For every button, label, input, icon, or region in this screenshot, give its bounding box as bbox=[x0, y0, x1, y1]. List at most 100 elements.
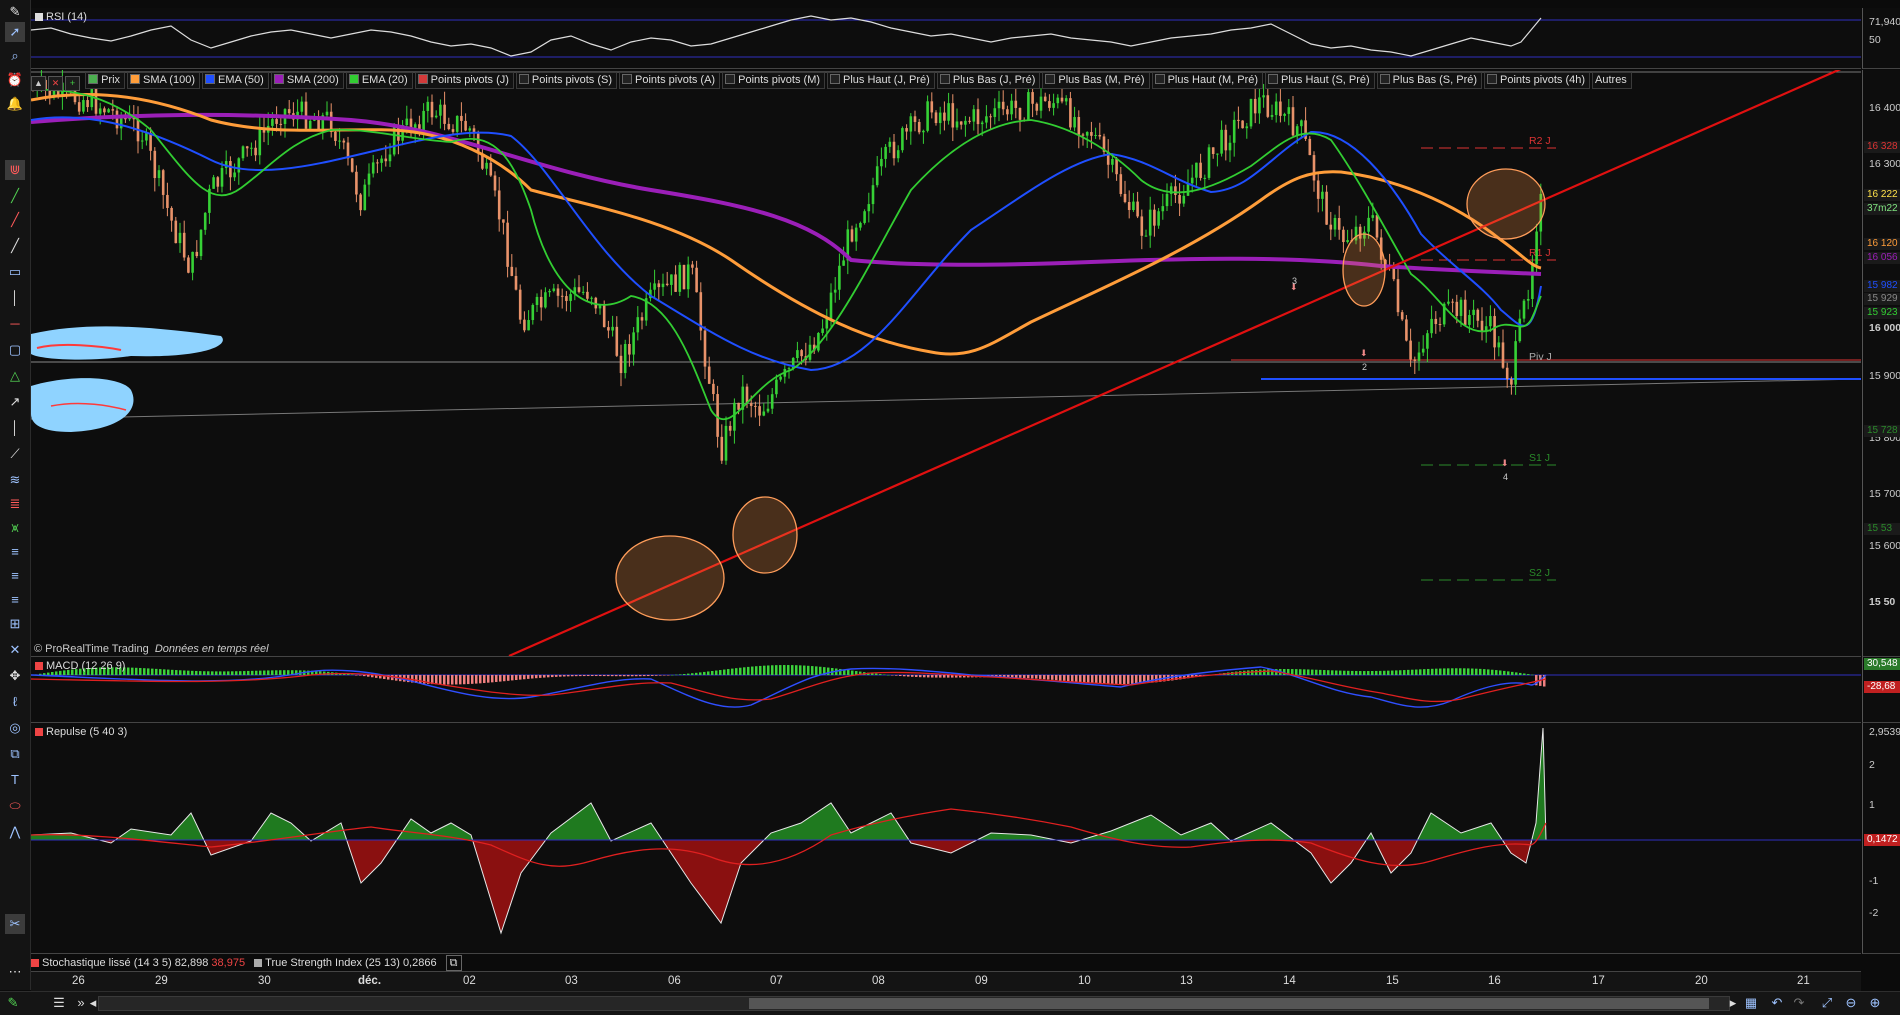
legend-item[interactable]: Plus Haut (M, Pré) bbox=[1151, 72, 1264, 89]
x-axis-label: 26 bbox=[72, 975, 85, 987]
legend-item[interactable]: Points pivots (A) bbox=[619, 72, 721, 89]
rsi-plot bbox=[30, 15, 1861, 58]
legend-color-swatch bbox=[622, 74, 633, 84]
legend-item[interactable]: SMA (200) bbox=[270, 72, 344, 89]
scrollbar-thumb[interactable] bbox=[749, 998, 1709, 1009]
circle-annotation-3 bbox=[1342, 233, 1386, 307]
indicator-legend: ▲ ✕ + Prix SMA (100) EMA (50) SMA (200) EMA (2… bbox=[31, 72, 1634, 91]
magnet-icon[interactable]: ⋓ bbox=[5, 160, 25, 180]
copy-icon[interactable]: ⧉ bbox=[5, 744, 25, 764]
zoom-icon[interactable]: ⌕ bbox=[5, 46, 25, 66]
settings-icon[interactable]: ▲ bbox=[31, 76, 46, 91]
zoom-out-icon[interactable]: ⊖ bbox=[1842, 995, 1860, 1011]
channel-icon[interactable]: ≣ bbox=[5, 494, 25, 514]
macd-title[interactable]: MACD (12 26 9) bbox=[35, 659, 125, 673]
legend-item[interactable]: Points pivots (J) bbox=[414, 72, 514, 89]
drawing-mode-icon[interactable]: ✎ bbox=[4, 995, 22, 1011]
fib-fan-icon[interactable]: ≡ bbox=[5, 542, 25, 562]
move-icon[interactable]: ✥ bbox=[5, 666, 25, 686]
redo-icon[interactable]: ↷ bbox=[1790, 995, 1808, 1011]
price-axis-tag: 15 929 bbox=[1864, 293, 1900, 305]
trend-line-icon[interactable]: ╱ bbox=[5, 186, 25, 206]
calendar-icon[interactable]: ▦ bbox=[1742, 995, 1760, 1011]
arrow-icon[interactable]: ↗ bbox=[5, 392, 25, 412]
macd-pane bbox=[30, 657, 1861, 723]
x-axis-label: 15 bbox=[1386, 975, 1399, 987]
fib-extension-icon[interactable]: ≡ bbox=[5, 590, 25, 610]
scroll-right-button[interactable]: ▸ bbox=[1728, 995, 1738, 1011]
spiral2-icon[interactable]: ◎ bbox=[5, 718, 25, 738]
legend-color-swatch bbox=[1487, 74, 1498, 84]
blue-scribble-2 bbox=[31, 378, 134, 432]
node-icon[interactable]: ⟋ bbox=[5, 444, 25, 464]
scissors-icon[interactable]: ✂ bbox=[5, 914, 25, 934]
repulse-plot bbox=[30, 727, 1861, 935]
x-axis-label: 21 bbox=[1797, 975, 1810, 987]
expand-panels-icon[interactable]: ⧉ bbox=[445, 955, 462, 971]
horizontal-scrollbar[interactable] bbox=[98, 996, 1730, 1011]
tsi-label[interactable]: True Strength Index (25 13) 0,2866 bbox=[254, 956, 437, 970]
text-icon[interactable]: T bbox=[5, 770, 25, 790]
pitchfork-icon[interactable]: ⩙ bbox=[5, 518, 25, 538]
legend-item[interactable]: Plus Bas (J, Pré) bbox=[936, 72, 1041, 89]
ray-line-icon[interactable]: ╱ bbox=[5, 210, 25, 230]
price-pane: R2 J R1 J Piv J S1 J S2 J ⬇ 3 ⬇ 2 ⬇ 4 bbox=[30, 66, 1862, 658]
x-axis-label: 29 bbox=[155, 975, 168, 987]
ruler-icon[interactable]: ⊞ bbox=[5, 614, 25, 634]
price-axis-tag: 15 982 bbox=[1864, 280, 1900, 292]
legend-item[interactable]: Points pivots (4h) bbox=[1484, 72, 1591, 89]
legend-item[interactable]: EMA (20) bbox=[345, 72, 413, 89]
rsi-title[interactable]: RSI (14) bbox=[35, 10, 87, 24]
stochastic-label[interactable]: Stochastique lissé (14 3 5) 82,898 38,97… bbox=[31, 956, 245, 970]
rsi-pane bbox=[30, 8, 1861, 69]
repulse-pane bbox=[30, 723, 1861, 954]
legend-item[interactable]: Prix bbox=[85, 72, 126, 89]
pencil-icon[interactable]: ✎ bbox=[5, 2, 25, 22]
rectangle-icon[interactable]: ▢ bbox=[5, 340, 25, 360]
line-tool-icon[interactable]: │ bbox=[5, 418, 25, 438]
undo-icon[interactable]: ↶ bbox=[1768, 995, 1786, 1011]
wrench-icon[interactable]: ✕ bbox=[5, 640, 25, 660]
legend-item[interactable]: Plus Bas (S, Pré) bbox=[1376, 72, 1483, 89]
add-icon[interactable]: + bbox=[65, 76, 80, 91]
macd-y-axis: 30,548 -28,68 bbox=[1862, 657, 1900, 723]
x-axis-label: 03 bbox=[565, 975, 578, 987]
fib-retrace-icon[interactable]: ≡ bbox=[5, 566, 25, 586]
triangle-icon[interactable]: △ bbox=[5, 366, 25, 386]
drawing-toolbar: ✎ ➚ ⌕ ⏰ 🔔 ⋓ ╱ ╱ ╱ ▭ │ ─ ▢ △ ↗ │ ⟋ ≋ ≣ ⩙ … bbox=[0, 0, 31, 990]
price-axis-tag: 16 222 bbox=[1864, 189, 1900, 201]
fit-icon[interactable]: ⤢ bbox=[1818, 995, 1836, 1011]
legend-more-button[interactable]: Autres bbox=[1592, 72, 1632, 89]
segment-icon[interactable]: ╱ bbox=[5, 236, 25, 256]
spiral-icon[interactable]: ℓ bbox=[5, 692, 25, 712]
pivot-s2: S2 J bbox=[1529, 567, 1550, 579]
legend-item[interactable]: Plus Bas (M, Pré) bbox=[1042, 72, 1150, 89]
level-line-icon[interactable]: ─ bbox=[5, 314, 25, 334]
legend-item[interactable]: EMA (50) bbox=[201, 72, 269, 89]
scroll-left-button[interactable]: ◂ bbox=[88, 995, 98, 1011]
legend-item[interactable]: Plus Haut (J, Pré) bbox=[827, 72, 935, 89]
legend-item[interactable]: Points pivots (S) bbox=[515, 72, 618, 89]
close-icon[interactable]: ✕ bbox=[48, 76, 63, 91]
menu-icon[interactable]: ☰ bbox=[50, 995, 68, 1011]
repulse-title[interactable]: Repulse (5 40 3) bbox=[35, 725, 127, 739]
legend-item[interactable]: Plus Haut (S, Pré) bbox=[1265, 72, 1375, 89]
more-tools-icon[interactable]: ⋯ bbox=[5, 962, 25, 982]
pivot-piv: Piv J bbox=[1529, 351, 1552, 363]
cursor-icon[interactable]: ➚ bbox=[5, 22, 25, 42]
x-axis-label: 10 bbox=[1078, 975, 1091, 987]
fibonacci-icon[interactable]: ≋ bbox=[5, 470, 25, 490]
zoom-in-icon[interactable]: ⊕ bbox=[1866, 995, 1884, 1011]
circle-annotation-1 bbox=[615, 535, 725, 621]
horizontal-line-icon[interactable]: ▭ bbox=[5, 262, 25, 282]
legend-item[interactable]: Points pivots (M) bbox=[722, 72, 826, 89]
wave-icon[interactable]: ⋀ bbox=[5, 822, 25, 842]
vertical-line-icon[interactable]: │ bbox=[5, 288, 25, 308]
time-x-axis: 26 29 30 déc. 02 03 06 07 08 09 10 13 14 15 16 17 20 21 bbox=[31, 971, 1861, 991]
ellipse-icon[interactable]: ⬭ bbox=[5, 796, 25, 816]
legend-item[interactable]: SMA (100) bbox=[127, 72, 200, 89]
alert-bell-icon[interactable]: 🔔 bbox=[5, 94, 25, 114]
bottom-indicator-legend: Stochastique lissé (14 3 5) 82,898 38,97… bbox=[31, 955, 468, 971]
alarm-icon[interactable]: ⏰ bbox=[5, 70, 25, 90]
legend-color-swatch bbox=[1379, 74, 1390, 84]
